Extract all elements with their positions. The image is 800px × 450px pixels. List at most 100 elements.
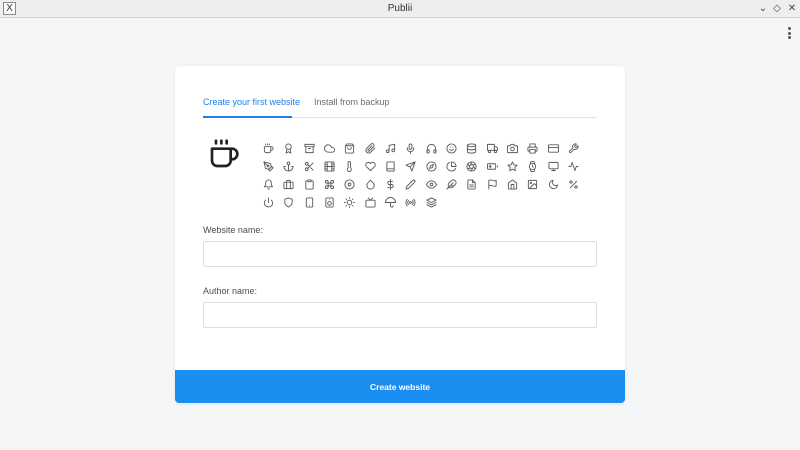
icon-option-tv-icon[interactable] (364, 193, 384, 211)
mic-icon (407, 142, 415, 154)
create-website-button[interactable]: Create website (175, 370, 625, 403)
icon-option-umbrella-icon[interactable] (384, 193, 404, 211)
icon-option-power-icon[interactable] (262, 193, 282, 211)
dollar-icon (387, 178, 394, 190)
tv-icon (365, 196, 376, 208)
icon-option-tool-icon[interactable] (567, 139, 587, 157)
minimize-button[interactable]: ⌄ (757, 2, 769, 15)
icon-option-music-icon[interactable] (384, 139, 404, 157)
camera-icon (507, 143, 519, 153)
icon-option-pie-chart-icon[interactable] (445, 157, 465, 175)
send-icon (405, 160, 416, 172)
icon-option-dollar-icon[interactable] (384, 175, 404, 193)
icon-option-radio-icon[interactable] (404, 193, 424, 211)
icon-option-eye-icon[interactable] (425, 175, 445, 193)
icon-option-percent-icon[interactable] (567, 175, 587, 193)
activity-icon (568, 161, 579, 171)
icon-option-thermometer-icon[interactable] (343, 157, 363, 175)
icon-option-coffee-icon[interactable] (262, 139, 282, 157)
app-body: Create your first website Install from b… (0, 19, 800, 450)
speaker-icon (325, 196, 334, 208)
droplet-icon (366, 179, 375, 189)
website-name-input[interactable] (203, 241, 597, 267)
icon-option-archive-icon[interactable] (303, 139, 323, 157)
icon-option-pencil-icon[interactable] (404, 175, 424, 193)
icon-option-clipboard-icon[interactable] (303, 175, 323, 193)
window-titlebar: X Publii ⌄ ◇ ✕ (0, 0, 800, 18)
icon-option-home-icon[interactable] (506, 175, 526, 193)
watch-icon (529, 160, 537, 172)
credit-card-icon (547, 143, 559, 153)
icon-option-layers-icon[interactable] (425, 193, 445, 211)
icon-option-bell-icon[interactable] (262, 175, 282, 193)
layers-icon (426, 196, 437, 208)
eye-icon (425, 179, 437, 189)
close-button[interactable]: ✕ (786, 2, 798, 15)
setup-card: Create your first website Install from b… (175, 66, 625, 403)
icon-option-smile-icon[interactable] (445, 139, 465, 157)
icon-option-camera-icon[interactable] (506, 139, 526, 157)
icon-option-credit-card-icon[interactable] (547, 139, 567, 157)
icon-option-battery-icon[interactable] (486, 157, 506, 175)
icon-option-image-icon[interactable] (526, 175, 546, 193)
radio-icon (405, 198, 416, 206)
icon-option-truck-icon[interactable] (486, 139, 506, 157)
smartphone-icon (305, 196, 313, 208)
icon-option-shield-icon[interactable] (282, 193, 302, 211)
tab-install-backup[interactable]: Install from backup (314, 97, 390, 107)
star-icon (507, 160, 518, 171)
book-icon (386, 160, 395, 172)
clipboard-icon (305, 178, 314, 190)
icon-option-compass-icon[interactable] (425, 157, 445, 175)
icon-option-mic-icon[interactable] (404, 139, 424, 157)
icon-option-speaker-icon[interactable] (323, 193, 343, 211)
icon-option-paperclip-icon[interactable] (364, 139, 384, 157)
icon-option-file-text-icon[interactable] (465, 175, 485, 193)
icon-option-smartphone-icon[interactable] (303, 193, 323, 211)
icon-option-briefcase-icon[interactable] (282, 175, 302, 193)
scissors-icon (304, 161, 314, 171)
author-name-input[interactable] (203, 302, 597, 328)
tool-icon (569, 142, 579, 153)
icon-option-send-icon[interactable] (404, 157, 424, 175)
icon-option-scissors-icon[interactable] (303, 157, 323, 175)
icon-option-command-icon[interactable] (323, 175, 343, 193)
icon-option-anchor-icon[interactable] (282, 157, 302, 175)
music-icon (385, 143, 396, 153)
icon-option-cloud-icon[interactable] (323, 139, 343, 157)
icon-option-aperture-icon[interactable] (465, 157, 485, 175)
icon-option-feather-icon[interactable] (445, 175, 465, 193)
icon-option-disc-icon[interactable] (343, 175, 363, 193)
icon-option-droplet-icon[interactable] (364, 175, 384, 193)
icon-option-monitor-icon[interactable] (547, 157, 567, 175)
icon-option-flag-icon[interactable] (486, 175, 506, 193)
website-name-label: Website name: (203, 225, 263, 235)
icon-option-pen-tool-icon[interactable] (262, 157, 282, 175)
icon-option-watch-icon[interactable] (526, 157, 546, 175)
icon-option-heart-icon[interactable] (364, 157, 384, 175)
icon-option-shopping-bag-icon[interactable] (343, 139, 363, 157)
icon-option-book-icon[interactable] (384, 157, 404, 175)
active-tab-indicator (203, 116, 292, 118)
tab-create-website[interactable]: Create your first website (203, 97, 300, 107)
compass-icon (426, 160, 437, 172)
icon-picker-grid (262, 139, 592, 211)
icon-option-star-icon[interactable] (506, 157, 526, 175)
maximize-button[interactable]: ◇ (771, 2, 783, 15)
bell-icon (263, 179, 274, 190)
aperture-icon (466, 160, 477, 172)
icon-option-database-icon[interactable] (465, 139, 485, 157)
cloud-icon (324, 143, 336, 153)
icon-option-headphones-icon[interactable] (425, 139, 445, 157)
icon-option-sun-icon[interactable] (343, 193, 363, 211)
briefcase-icon (283, 179, 294, 189)
icon-option-moon-icon[interactable] (547, 175, 567, 193)
icon-option-activity-icon[interactable] (567, 157, 587, 175)
home-icon (508, 178, 518, 190)
icon-option-printer-icon[interactable] (526, 139, 546, 157)
sun-icon (344, 196, 356, 208)
award-icon (285, 142, 293, 154)
more-options-icon[interactable] (786, 25, 792, 41)
icon-option-award-icon[interactable] (282, 139, 302, 157)
icon-option-film-icon[interactable] (323, 157, 343, 175)
